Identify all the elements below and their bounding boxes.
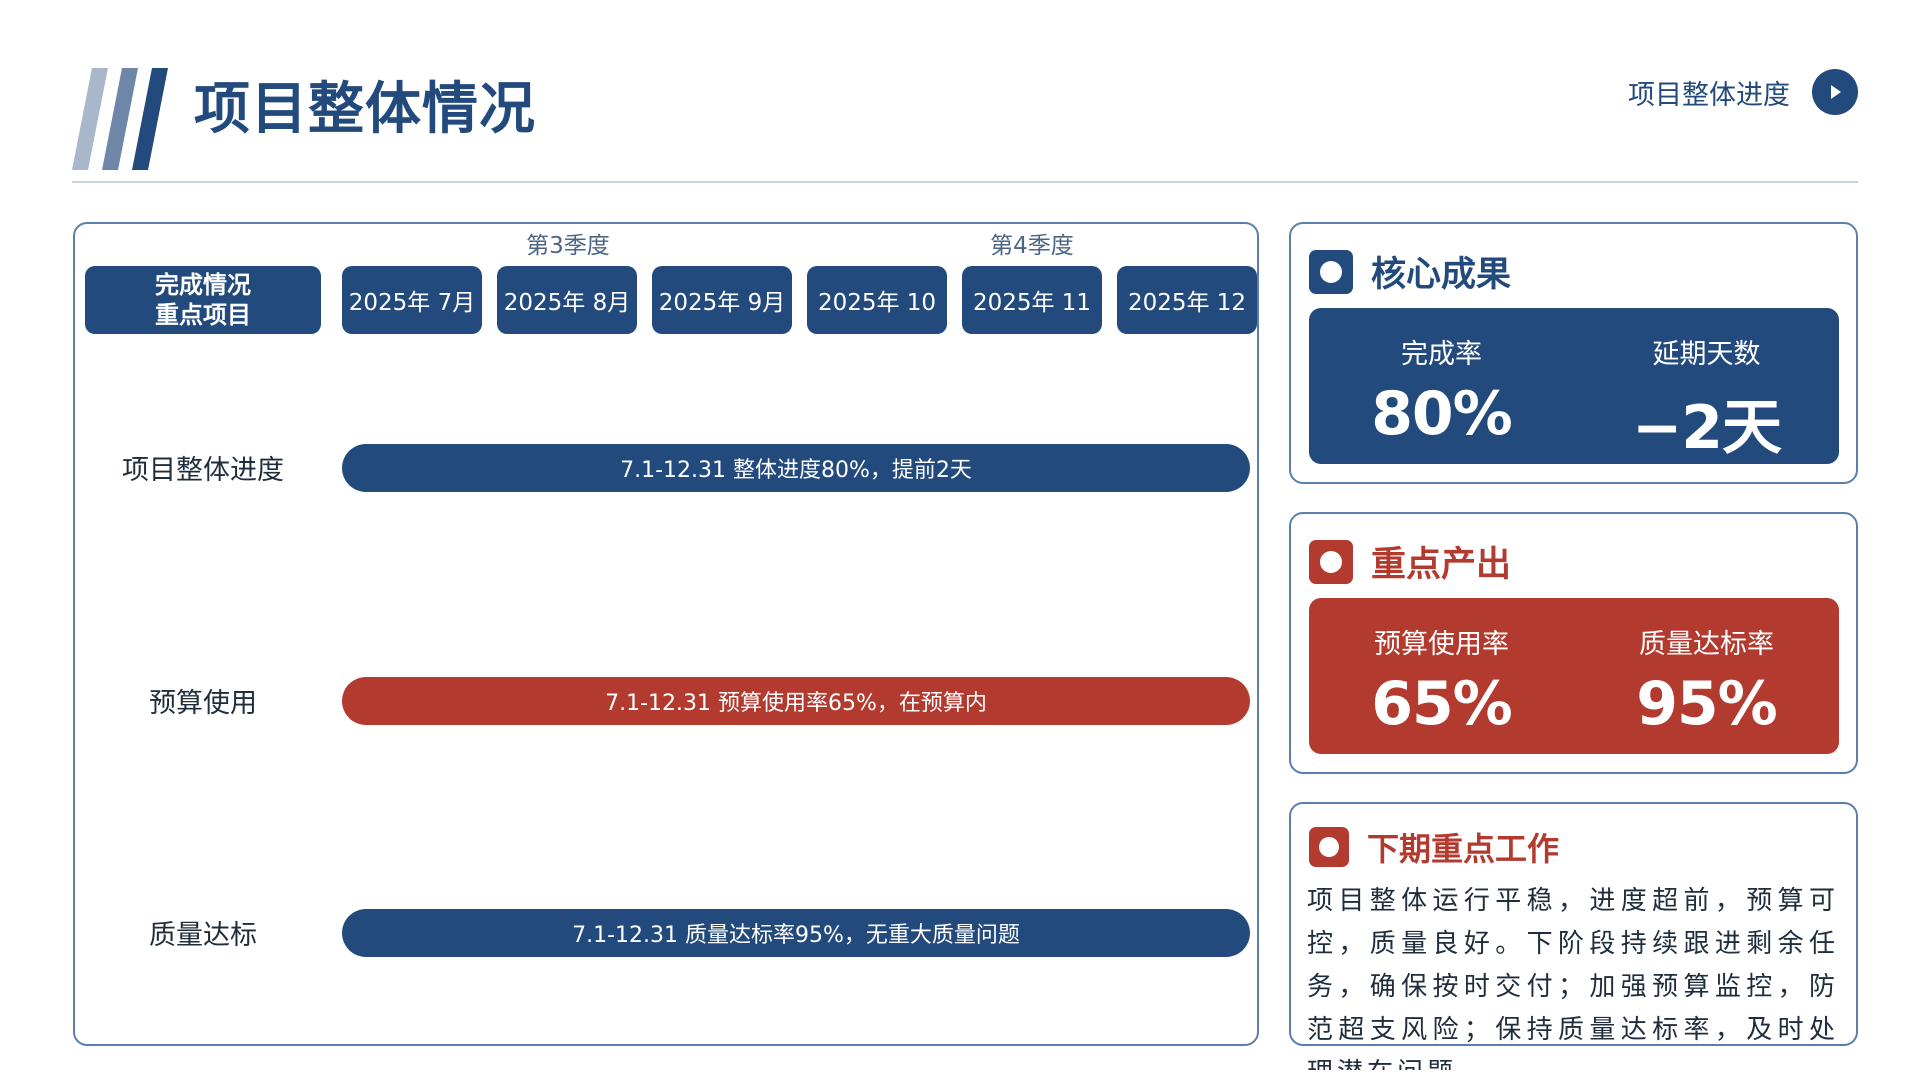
next-work-header: 下期重点工作 (1309, 824, 1559, 870)
key-outputs-title: 重点产出 (1371, 545, 1512, 585)
gantt-corner-header: 完成情况 重点项目 (85, 266, 321, 334)
month-header-oct: 2025年 10 (807, 266, 947, 334)
metric-label: 质量达标率 (1639, 629, 1774, 660)
key-outputs-card: 重点产出 预算使用率 65% 质量达标率 95% (1289, 512, 1858, 774)
month-header-sep: 2025年 9月 (652, 266, 792, 334)
quarter-label-q4: 第4季度 (990, 233, 1074, 259)
metric-label: 完成率 (1401, 339, 1482, 370)
bullet-icon (1309, 539, 1353, 584)
gantt-bar-quality[interactable]: 7.1-12.31 质量达标率95%，无重大质量问题 (342, 909, 1250, 957)
row-label-quality: 质量达标 (149, 920, 257, 951)
gantt-bar-budget[interactable]: 7.1-12.31 预算使用率65%，在预算内 (342, 677, 1250, 725)
core-results-title: 核心成果 (1371, 255, 1512, 295)
metric-delay-days: 延期天数 −2天 (1574, 308, 1839, 464)
bullet-icon (1309, 249, 1353, 294)
metric-value: 80% (1371, 379, 1513, 449)
metric-value: −2天 (1631, 393, 1782, 463)
row-label-budget: 预算使用 (149, 688, 257, 719)
key-outputs-header: 重点产出 (1309, 536, 1511, 587)
metric-label: 延期天数 (1652, 339, 1761, 370)
key-outputs-metrics: 预算使用率 65% 质量达标率 95% (1309, 598, 1839, 754)
metric-budget-usage: 预算使用率 65% (1309, 598, 1574, 754)
metric-quality-rate: 质量达标率 95% (1574, 598, 1839, 754)
month-header-aug: 2025年 8月 (497, 266, 637, 334)
month-header-jul: 2025年 7月 (342, 266, 482, 334)
overall-progress-link[interactable]: 项目整体进度 (1628, 69, 1858, 115)
gantt-bar-overall-progress[interactable]: 7.1-12.31 整体进度80%，提前2天 (342, 444, 1250, 492)
nav-link-label: 项目整体进度 (1628, 79, 1790, 111)
page-title: 项目整体情况 (194, 77, 536, 142)
next-work-title: 下期重点工作 (1367, 830, 1560, 868)
header-divider (72, 181, 1858, 183)
quarter-label-q3: 第3季度 (526, 233, 610, 259)
metric-value: 95% (1636, 669, 1778, 739)
title-stripes-decoration (72, 68, 168, 170)
core-results-header: 核心成果 (1309, 246, 1511, 297)
metric-completion-rate: 完成率 80% (1309, 308, 1574, 464)
play-arrow-icon[interactable] (1812, 69, 1858, 115)
core-results-card: 核心成果 完成率 80% 延期天数 −2天 (1289, 222, 1858, 484)
row-label-overall-progress: 项目整体进度 (122, 455, 284, 486)
bullet-icon (1309, 827, 1349, 867)
core-results-metrics: 完成率 80% 延期天数 −2天 (1309, 308, 1839, 464)
corner-line-completion: 完成情况 (155, 271, 251, 299)
month-header-nov: 2025年 11 (962, 266, 1102, 334)
metric-value: 65% (1371, 669, 1513, 739)
corner-line-key-projects: 重点项目 (155, 301, 251, 329)
month-header-dec: 2025年 12 (1117, 266, 1257, 334)
metric-label: 预算使用率 (1374, 629, 1509, 660)
next-work-description: 项目整体运行平稳，进度超前，预算可控，质量良好。下阶段持续跟进剩余任务，确保按时… (1307, 886, 1839, 1070)
